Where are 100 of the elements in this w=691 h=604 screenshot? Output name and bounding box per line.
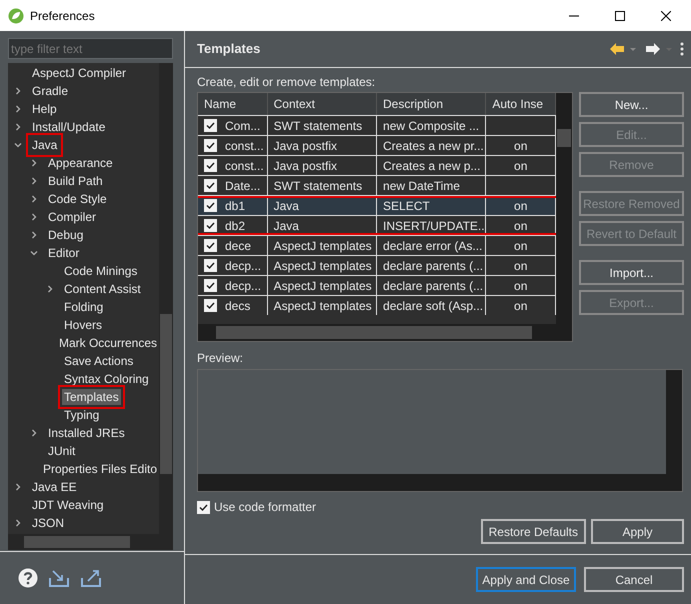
horizontal-scrollbar[interactable]: [198, 324, 572, 341]
tree-item[interactable]: Help: [30, 101, 59, 117]
column-header[interactable]: Description: [377, 93, 486, 115]
chevron-right-icon[interactable]: [14, 87, 22, 95]
tree-item[interactable]: Typing: [62, 407, 102, 423]
tree-item[interactable]: Editor: [46, 245, 82, 261]
checkbox[interactable]: [204, 219, 217, 232]
chevron-right-icon[interactable]: [46, 285, 54, 293]
chevron-down-icon[interactable]: [30, 249, 38, 257]
table-row[interactable]: dece AspectJ templates declare error (As... on: [198, 235, 556, 255]
table-cell-text: Creates a new p...: [383, 158, 480, 174]
tree-item[interactable]: Debug: [46, 227, 86, 243]
table-cell-text: new Composite ...: [383, 118, 480, 134]
table-cell-text: declare parents (...: [383, 278, 484, 294]
table-cell-text: Creates a new pr...: [383, 138, 484, 154]
chevron-right-icon[interactable]: [14, 105, 22, 113]
checkbox[interactable]: [204, 259, 217, 272]
window-title: Preferences: [30, 8, 95, 24]
forward-arrow-icon[interactable]: [644, 43, 674, 55]
chevron-right-icon[interactable]: [30, 429, 38, 437]
page-button[interactable]: Apply: [591, 519, 684, 544]
page-title: Templates: [197, 40, 260, 58]
tree-item[interactable]: Mark Occurrences: [56, 335, 159, 351]
table-cell-text: Java: [274, 218, 299, 234]
dialog-button[interactable]: Apply and Close: [476, 567, 576, 592]
table-row[interactable]: const... Java postfix Creates a new pr... on: [198, 135, 556, 155]
table-row[interactable]: decp... AspectJ templates declare parents (... on: [198, 255, 556, 275]
chevron-right-icon[interactable]: [30, 177, 38, 185]
tree-item[interactable]: Syntax Coloring: [62, 371, 151, 387]
scrollbar[interactable]: [556, 93, 572, 324]
table-cell-text: decp...: [225, 258, 262, 274]
table-cell-text: on: [514, 278, 528, 294]
column-header[interactable]: Auto Inse: [486, 93, 556, 115]
tree-item[interactable]: Save Actions: [62, 353, 136, 369]
checkbox[interactable]: [197, 500, 210, 514]
table-cell-text: on: [514, 298, 528, 314]
checkbox[interactable]: [204, 199, 217, 212]
table-cell-text: SWT statements: [274, 178, 362, 194]
horizontal-scrollbar[interactable]: [8, 534, 173, 550]
scrollbar[interactable]: [159, 63, 173, 534]
table-cell-text: Java: [274, 198, 299, 214]
table-row[interactable]: Com... SWT statements new Composite ...: [198, 115, 556, 135]
import-icon[interactable]: [48, 568, 70, 588]
table-cell-text: on: [514, 218, 528, 234]
table-cell-text: new DateTime: [383, 178, 460, 194]
checkbox[interactable]: [204, 279, 217, 292]
page-button[interactable]: Restore Defaults: [480, 519, 586, 544]
tree-item[interactable]: Build Path: [46, 173, 105, 189]
table-cell-text: on: [514, 138, 528, 154]
close-icon[interactable]: [661, 10, 671, 20]
tree-item[interactable]: Java EE: [30, 479, 79, 495]
chevron-right-icon[interactable]: [30, 195, 38, 203]
checkbox[interactable]: [204, 179, 217, 192]
table-row[interactable]: decs AspectJ templates declare soft (Asp... on: [198, 295, 556, 315]
chevron-right-icon[interactable]: [14, 123, 22, 131]
column-header[interactable]: Name: [198, 93, 268, 115]
tree-item[interactable]: AspectJ Compiler: [30, 65, 128, 81]
chevron-right-icon[interactable]: [30, 231, 38, 239]
tree-item[interactable]: Content Assist: [62, 281, 143, 297]
tree-item[interactable]: Installed JREs: [46, 425, 127, 441]
tree-item[interactable]: Code Style: [46, 191, 109, 207]
tree-item[interactable]: Compiler: [46, 209, 98, 225]
chevron-right-icon[interactable]: [14, 483, 22, 491]
export-icon[interactable]: [80, 568, 102, 588]
table-cell-text: Java postfix: [274, 158, 337, 174]
tree-item[interactable]: Hovers: [62, 317, 104, 333]
table-cell-text: declare error (As...: [383, 238, 482, 254]
maximize-icon[interactable]: [615, 10, 625, 20]
tree-item[interactable]: Templates: [62, 389, 121, 405]
chevron-right-icon[interactable]: [30, 213, 38, 221]
filter-field[interactable]: type filter text: [8, 38, 173, 59]
checkbox[interactable]: [204, 239, 217, 252]
tree-item[interactable]: Appearance: [46, 155, 115, 171]
checkbox[interactable]: [204, 119, 217, 132]
tree-item[interactable]: Gradle: [30, 83, 70, 99]
side-button[interactable]: New...: [579, 92, 684, 117]
tree-item[interactable]: Code Minings: [62, 263, 140, 279]
more-icon[interactable]: [680, 42, 684, 56]
checkbox[interactable]: [204, 159, 217, 172]
table-cell-text: declare parents (...: [383, 258, 484, 274]
tree-item[interactable]: Folding: [62, 299, 106, 315]
table-row[interactable]: decp... AspectJ templates declare parents (... on: [198, 275, 556, 295]
tree-item[interactable]: JSON: [30, 515, 66, 531]
tree-item[interactable]: Properties Files Edito: [40, 461, 159, 477]
checkbox[interactable]: [204, 299, 217, 312]
checkbox[interactable]: [204, 139, 217, 152]
chevron-down-icon[interactable]: [14, 141, 22, 149]
column-header[interactable]: Context: [268, 93, 377, 115]
chevron-right-icon[interactable]: [14, 519, 22, 527]
side-button[interactable]: Import...: [579, 260, 684, 285]
tree-item[interactable]: JDT Weaving: [30, 497, 106, 513]
back-arrow-icon[interactable]: [610, 43, 638, 55]
help-icon[interactable]: [18, 568, 38, 588]
dialog-button[interactable]: Cancel: [584, 567, 684, 592]
checkbox-label[interactable]: Use code formatter: [214, 498, 316, 516]
tree-item[interactable]: JUnit: [46, 443, 78, 459]
table-row[interactable]: const... Java postfix Creates a new p... on: [198, 155, 556, 175]
chevron-right-icon[interactable]: [30, 159, 38, 167]
table-row[interactable]: db1 Java SELECT on: [198, 195, 556, 215]
tree-item[interactable]: Install/Update: [30, 119, 108, 135]
